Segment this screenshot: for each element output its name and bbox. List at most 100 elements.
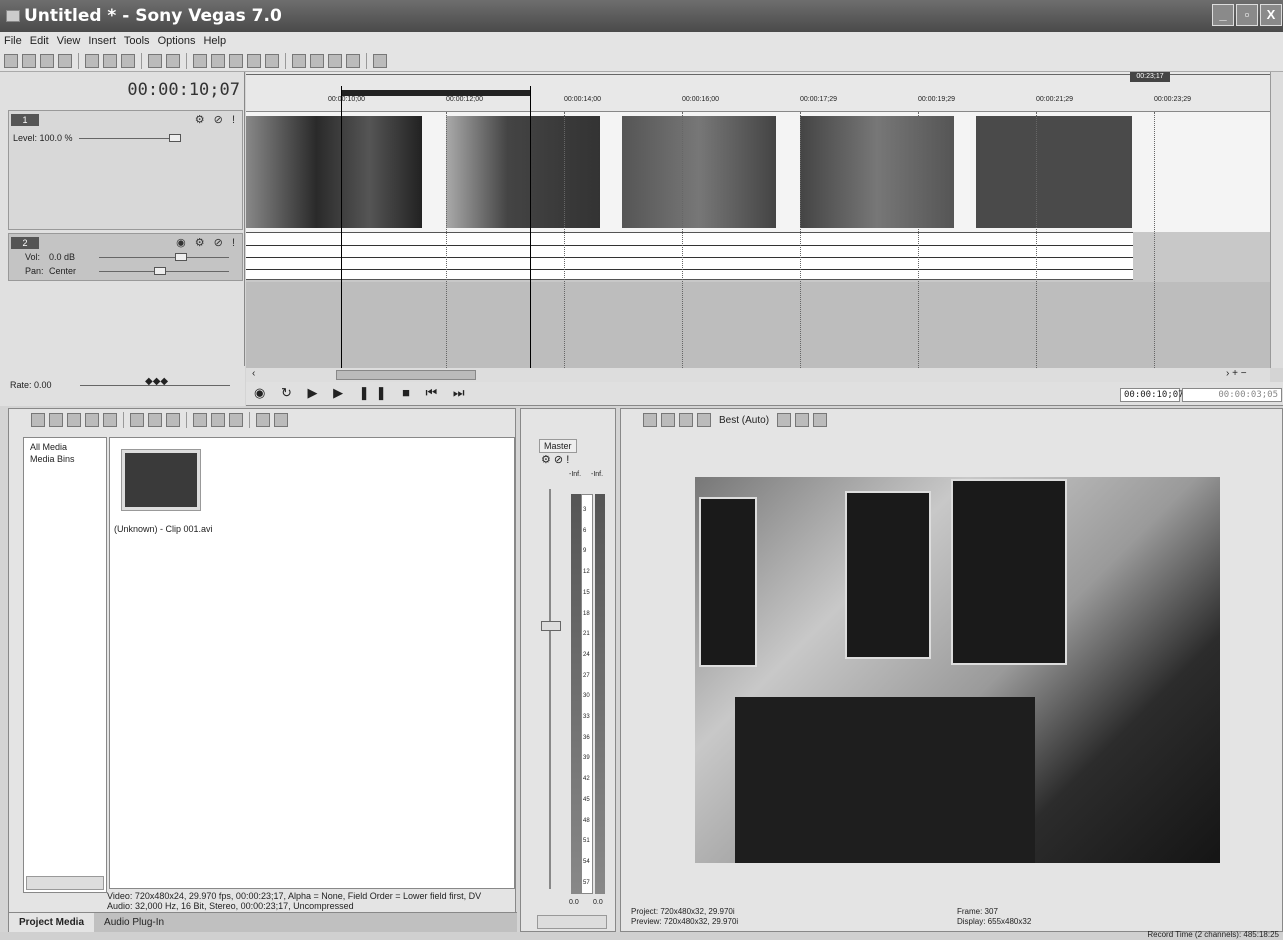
lock-envelopes-icon[interactable] [247,53,261,68]
redo-icon[interactable] [166,53,180,68]
render-icon[interactable] [58,53,72,68]
menu-insert[interactable]: Insert [88,35,116,47]
preview-quality-select[interactable]: Best (Auto) [719,415,769,426]
save-snapshot-icon[interactable] [813,413,828,427]
selection-length-field[interactable]: 00:00:03;05 [1182,388,1282,402]
minimize-button[interactable]: _ [1212,4,1234,26]
rate-slider-knob[interactable]: ◆◆◆ [145,376,168,387]
meter-scale-label: 36 [583,734,590,741]
tree-horizontal-scrollbar[interactable] [26,876,104,890]
auto-crossfade-icon[interactable] [211,53,225,68]
envelope-tool-icon[interactable] [310,53,324,68]
cursor-time-field[interactable]: 00:00:10;07 [1120,388,1184,402]
volume-slider-knob[interactable] [175,253,187,261]
time-ruler[interactable]: 00:23;17 00:00:10;00 00:00:12;00 00:00:1… [246,72,1270,112]
copy-icon[interactable] [103,53,117,68]
selection-end-line[interactable] [530,86,531,368]
menu-options[interactable]: Options [158,35,196,47]
properties-icon[interactable] [148,413,162,427]
desk-image [735,697,1035,863]
video-track-header[interactable]: 1 ⚙ ⊘ ! Level: 100.0 % [8,110,243,230]
master-fx-icons[interactable]: ⚙ ⊘ ! [541,453,569,466]
tree-item-media-bins[interactable]: Media Bins [30,454,75,464]
undo-icon[interactable] [148,53,162,68]
playhead-cursor[interactable] [341,86,342,368]
video-fx-icon[interactable] [679,413,693,427]
import-media-icon[interactable] [31,413,45,427]
meter-scale-label: 54 [583,858,590,865]
selection-tool-icon[interactable] [328,53,342,68]
remove-all-unused-icon[interactable] [103,413,117,427]
views-icon[interactable] [256,413,270,427]
menu-edit[interactable]: Edit [30,35,49,47]
timeline-area[interactable]: 00:23;17 00:00:10;00 00:00:12;00 00:00:1… [246,72,1270,368]
ignore-grouping-icon[interactable] [265,53,279,68]
snapping-icon[interactable] [193,53,207,68]
whats-this-icon[interactable] [373,53,387,68]
video-event[interactable] [246,112,1270,232]
extract-audio-icon[interactable] [67,413,81,427]
menu-tools[interactable]: Tools [124,35,150,47]
get-media-icon[interactable] [85,413,99,427]
level-slider[interactable] [79,138,179,139]
timeline-horizontal-scrollbar[interactable]: ‹ › + − [246,368,1270,382]
right-peak-value: -Inf. [591,471,604,478]
ruler-tick-label: 00:00:21;29 [1036,96,1073,103]
audio-event[interactable] [246,232,1133,280]
preview-frame-info: Frame: 307 [957,907,998,916]
mixer-horizontal-scrollbar[interactable] [537,915,607,929]
pan-slider-knob[interactable] [154,267,166,275]
open-icon[interactable] [22,53,36,68]
transport-buttons[interactable]: ◉ ↻ ▶ ▶ ❚❚ ■ ⏮ ⏭ [254,385,471,401]
empty-track-area[interactable] [246,282,1270,368]
menu-help[interactable]: Help [203,35,226,47]
track-fx-controls[interactable]: ⚙ ⊘ ! [195,113,238,126]
capture-video-icon[interactable] [49,413,63,427]
copy-snapshot-icon[interactable] [795,413,810,427]
cut-icon[interactable] [85,53,99,68]
normal-edit-tool-icon[interactable] [292,53,306,68]
search-icon[interactable] [274,413,288,427]
scroll-thumb[interactable] [336,370,476,380]
auto-preview-icon[interactable] [229,413,243,427]
loop-region-bar[interactable] [341,90,530,96]
timecode-display: 00:00:10;07 [127,80,240,100]
stop-icon[interactable] [211,413,225,427]
preview-properties-icon[interactable] [643,413,657,427]
volume-slider[interactable] [99,257,229,258]
end-marker[interactable]: 00:23;17 [1130,72,1170,82]
close-button[interactable]: X [1260,4,1282,26]
right-level-value: 0.0 [593,899,603,906]
play-icon[interactable] [193,413,207,427]
zoom-controls-icon[interactable]: › + − [1226,368,1247,379]
media-thumbnail[interactable] [121,449,201,511]
delete-icon[interactable] [130,413,144,427]
menu-file[interactable]: File [4,35,22,47]
timeline-vertical-scrollbar[interactable] [1270,72,1283,368]
save-icon[interactable] [40,53,54,68]
meter-scale-label: 3 [583,507,587,513]
preview-preview-info: Preview: 720x480x32, 29.970i [631,917,739,926]
external-monitor-icon[interactable] [661,413,675,427]
level-slider-knob[interactable] [169,134,181,142]
track-fx-controls[interactable]: ◉ ⚙ ⊘ ! [176,236,238,249]
tree-item-all-media[interactable]: All Media [30,442,67,452]
zoom-tool-icon[interactable] [346,53,360,68]
paste-icon[interactable] [121,53,135,68]
menu-view[interactable]: View [57,35,81,47]
project-media-window: All Media Media Bins (Unknown) - Clip 00… [8,408,517,932]
grid-line [918,112,919,368]
overlays-icon[interactable] [777,413,792,427]
maximize-button[interactable]: ▫ [1236,4,1258,26]
media-clip-label[interactable]: (Unknown) - Clip 001.avi [114,524,213,534]
new-icon[interactable] [4,53,18,68]
scroll-left-icon[interactable]: ‹ [252,368,255,379]
media-fx-icon[interactable] [166,413,180,427]
master-fader-knob[interactable] [541,621,561,631]
audio-track-header[interactable]: 2 ◉ ⚙ ⊘ ! Vol: 0.0 dB Pan: Center [8,233,243,281]
ripple-edit-icon[interactable] [229,53,243,68]
tab-audio-plug-in[interactable]: Audio Plug-In [94,913,174,932]
split-screen-icon[interactable] [697,413,711,427]
tab-project-media[interactable]: Project Media [9,913,95,932]
left-level-value: 0.0 [569,899,579,906]
